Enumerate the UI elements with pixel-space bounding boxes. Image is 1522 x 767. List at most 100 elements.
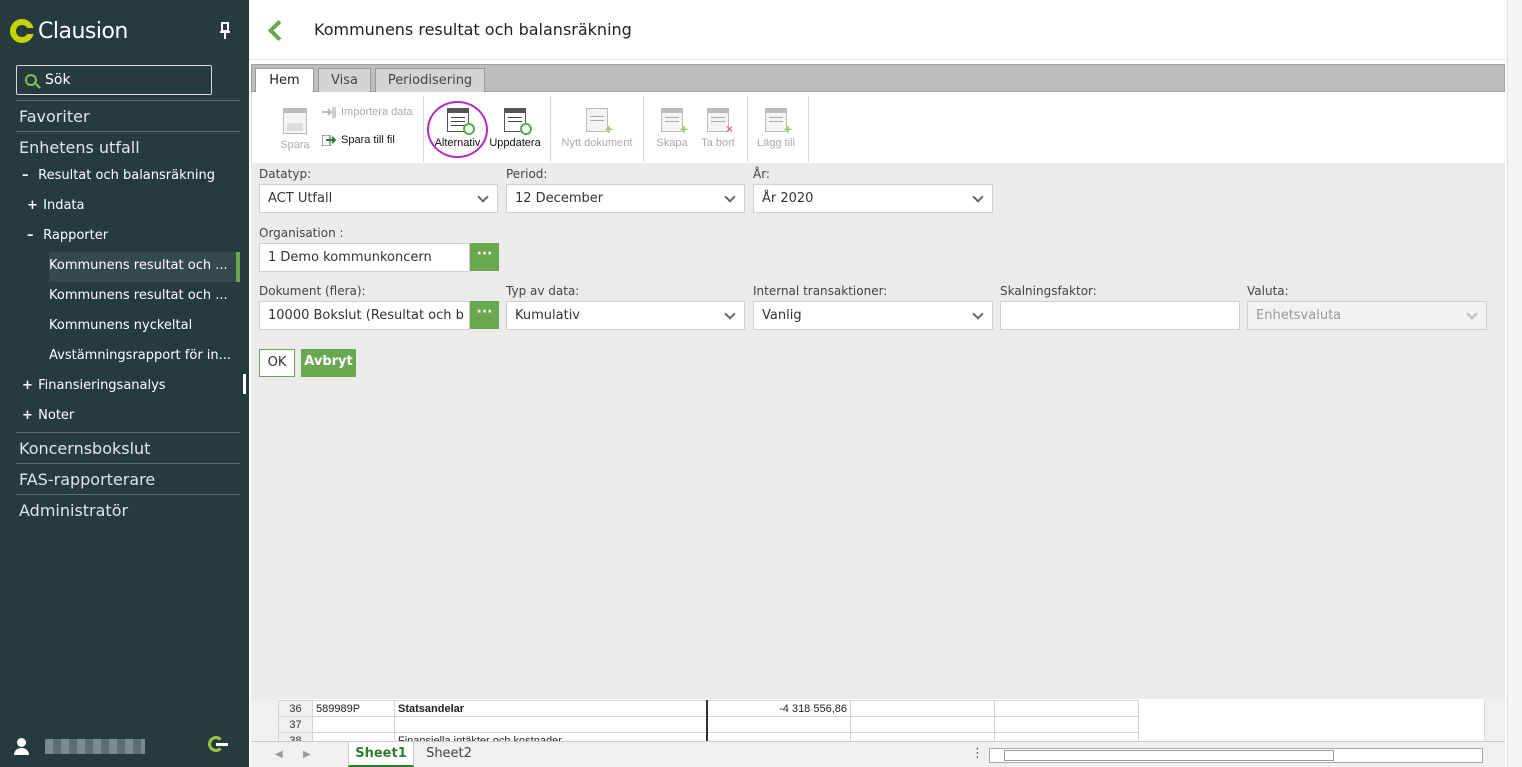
datatyp-select[interactable]: ACT Utfall (259, 184, 498, 213)
table-cell[interactable] (850, 716, 995, 733)
ar-select[interactable]: År 2020 (753, 184, 993, 213)
horizontal-scrollbar[interactable] (989, 748, 1483, 763)
ribbon-separator (550, 96, 551, 162)
create-icon: + (661, 108, 688, 136)
tree-item-report1[interactable]: Kommunens resultat och ... (49, 252, 239, 282)
organisation-field[interactable]: 1 Demo kommunkoncern (259, 243, 470, 272)
typ-av-data-select[interactable]: Kumulativ (506, 301, 745, 330)
uppdatera-button[interactable]: Uppdatera (487, 108, 543, 149)
sheet-tab-2[interactable]: Sheet2 (419, 742, 479, 767)
create-button[interactable]: + Skapa (653, 108, 691, 149)
tree-item-indata[interactable]: + Indata (27, 198, 85, 213)
typ-av-data-label: Typ av data: (506, 284, 580, 298)
new-document-button[interactable]: + Nytt dokument (559, 108, 635, 149)
table-cell[interactable] (394, 716, 708, 733)
chevron-down-icon (724, 191, 736, 203)
refresh-icon (504, 108, 532, 135)
search-icon (25, 74, 37, 86)
ok-button[interactable]: OK (259, 349, 295, 377)
valuta-value: Enhetsvaluta (1256, 308, 1342, 323)
uppdatera-label: Uppdatera (489, 137, 541, 149)
tab-hem[interactable]: Hem (255, 68, 314, 93)
row-number: 36 (278, 700, 313, 717)
logo-text: Clausion (38, 18, 128, 44)
section-favoriter[interactable]: Favoriter (16, 100, 240, 132)
next-sheet-icon[interactable]: ▶ (303, 749, 311, 760)
import-icon (322, 106, 336, 118)
dokument-field[interactable]: 10000 Bokslut (Resultat och b (259, 301, 470, 330)
table-cell[interactable]: 589989P (312, 700, 395, 717)
chevron-down-icon (972, 308, 984, 320)
section-enhetens-utfall[interactable]: Enhetens utfall (16, 131, 240, 163)
vertical-scrollbar[interactable] (1484, 699, 1505, 741)
section-fas-rapporterare[interactable]: FAS-rapporterare (16, 463, 240, 495)
tab-visa[interactable]: Visa (318, 68, 371, 93)
cancel-button[interactable]: Avbryt (301, 349, 356, 377)
dokument-value: 10000 Bokslut (Resultat och b (268, 308, 464, 323)
table-cell[interactable] (312, 716, 395, 733)
import-data-button[interactable]: Importera data (322, 106, 413, 118)
logo-icon (10, 19, 36, 43)
internal-select[interactable]: Vanlig (753, 301, 993, 330)
datatyp-label: Datatyp: (259, 167, 312, 181)
tree-item-report3[interactable]: Kommunens nyckeltal (49, 318, 192, 333)
tree-item-rapporter[interactable]: – Rapporter (27, 228, 108, 243)
table-cell[interactable] (994, 716, 1139, 733)
save-button[interactable]: Spara (274, 108, 316, 151)
table-cell[interactable] (994, 732, 1139, 741)
chevron-down-icon (1466, 308, 1478, 320)
section-administrator[interactable]: Administratör (16, 494, 240, 526)
more-options-icon[interactable]: ⋮ (971, 746, 984, 761)
organisation-browse-button[interactable]: ··· (470, 243, 499, 271)
tree-item-finansiering[interactable]: + Finansieringsanalys (22, 378, 166, 393)
dokument-browse-button[interactable]: ··· (470, 301, 499, 329)
tree-item-report4[interactable]: Avstämningsrapport för in... (49, 348, 231, 363)
prev-sheet-icon[interactable]: ◀ (275, 749, 283, 760)
highlight-annotation (427, 101, 488, 158)
window-scrollbar[interactable] (1507, 0, 1522, 767)
skalning-input[interactable] (1000, 301, 1240, 330)
delete-button[interactable]: × Ta bort (698, 108, 738, 149)
period-select[interactable]: 12 December (506, 184, 745, 213)
add-button[interactable]: + Lägg till (755, 108, 797, 149)
tree-item-noter[interactable]: + Noter (22, 408, 74, 423)
table-cell[interactable] (706, 732, 851, 741)
add-label: Lägg till (757, 137, 795, 149)
export-icon (321, 134, 337, 147)
tab-periodisering[interactable]: Periodisering (375, 68, 485, 93)
tree-item-label: Kommunens resultat och ... (49, 258, 228, 273)
tree-item-report2[interactable]: Kommunens resultat och ... (49, 288, 228, 303)
table-cell[interactable]: Statsandelar (394, 700, 708, 717)
table-cell[interactable]: -4 318 556,86 (706, 700, 851, 717)
collapse-icon: – (22, 168, 29, 183)
tree-item-resultat[interactable]: – Resultat och balansräkning (22, 168, 215, 183)
table-cell[interactable] (850, 700, 995, 717)
clausion-logo[interactable]: Clausion (10, 17, 128, 45)
section-koncernsbokslut[interactable]: Koncernsbokslut (16, 432, 240, 464)
user-icon[interactable] (12, 735, 32, 757)
search-label: Sök (45, 72, 71, 88)
spreadsheet-grid: 36 589989P Statsandelar -4 318 556,86 37… (251, 699, 1505, 741)
chevron-down-icon (477, 191, 489, 203)
table-cell[interactable] (312, 732, 395, 741)
tree-item-label: Rapporter (43, 228, 109, 243)
back-arrow-icon[interactable] (267, 20, 281, 40)
datatyp-value: ACT Utfall (268, 191, 333, 206)
row-number: 37 (278, 716, 313, 733)
internal-value: Vanlig (762, 308, 802, 323)
table-cell[interactable] (850, 732, 995, 741)
tree-item-label: Noter (38, 408, 75, 423)
table-cell[interactable]: Finansiella intäkter och kostnader (394, 732, 708, 741)
sheet-tab-1[interactable]: Sheet1 (348, 742, 414, 767)
pin-icon[interactable] (218, 22, 232, 40)
table-cell[interactable] (706, 716, 851, 733)
skalning-label: Skalningsfaktor: (1000, 284, 1097, 298)
page-title: Kommunens resultat och balansräkning (314, 20, 632, 39)
scrollbar-thumb[interactable] (1004, 750, 1334, 761)
row-number: 38 (278, 732, 313, 741)
table-cell[interactable] (994, 700, 1139, 717)
save-to-file-button[interactable]: Spara till fil (321, 134, 395, 147)
search-input[interactable]: Sök (16, 65, 212, 95)
logout-icon[interactable] (208, 736, 230, 754)
options-panel: Datatyp: ACT Utfall Period: 12 December … (251, 163, 1505, 699)
